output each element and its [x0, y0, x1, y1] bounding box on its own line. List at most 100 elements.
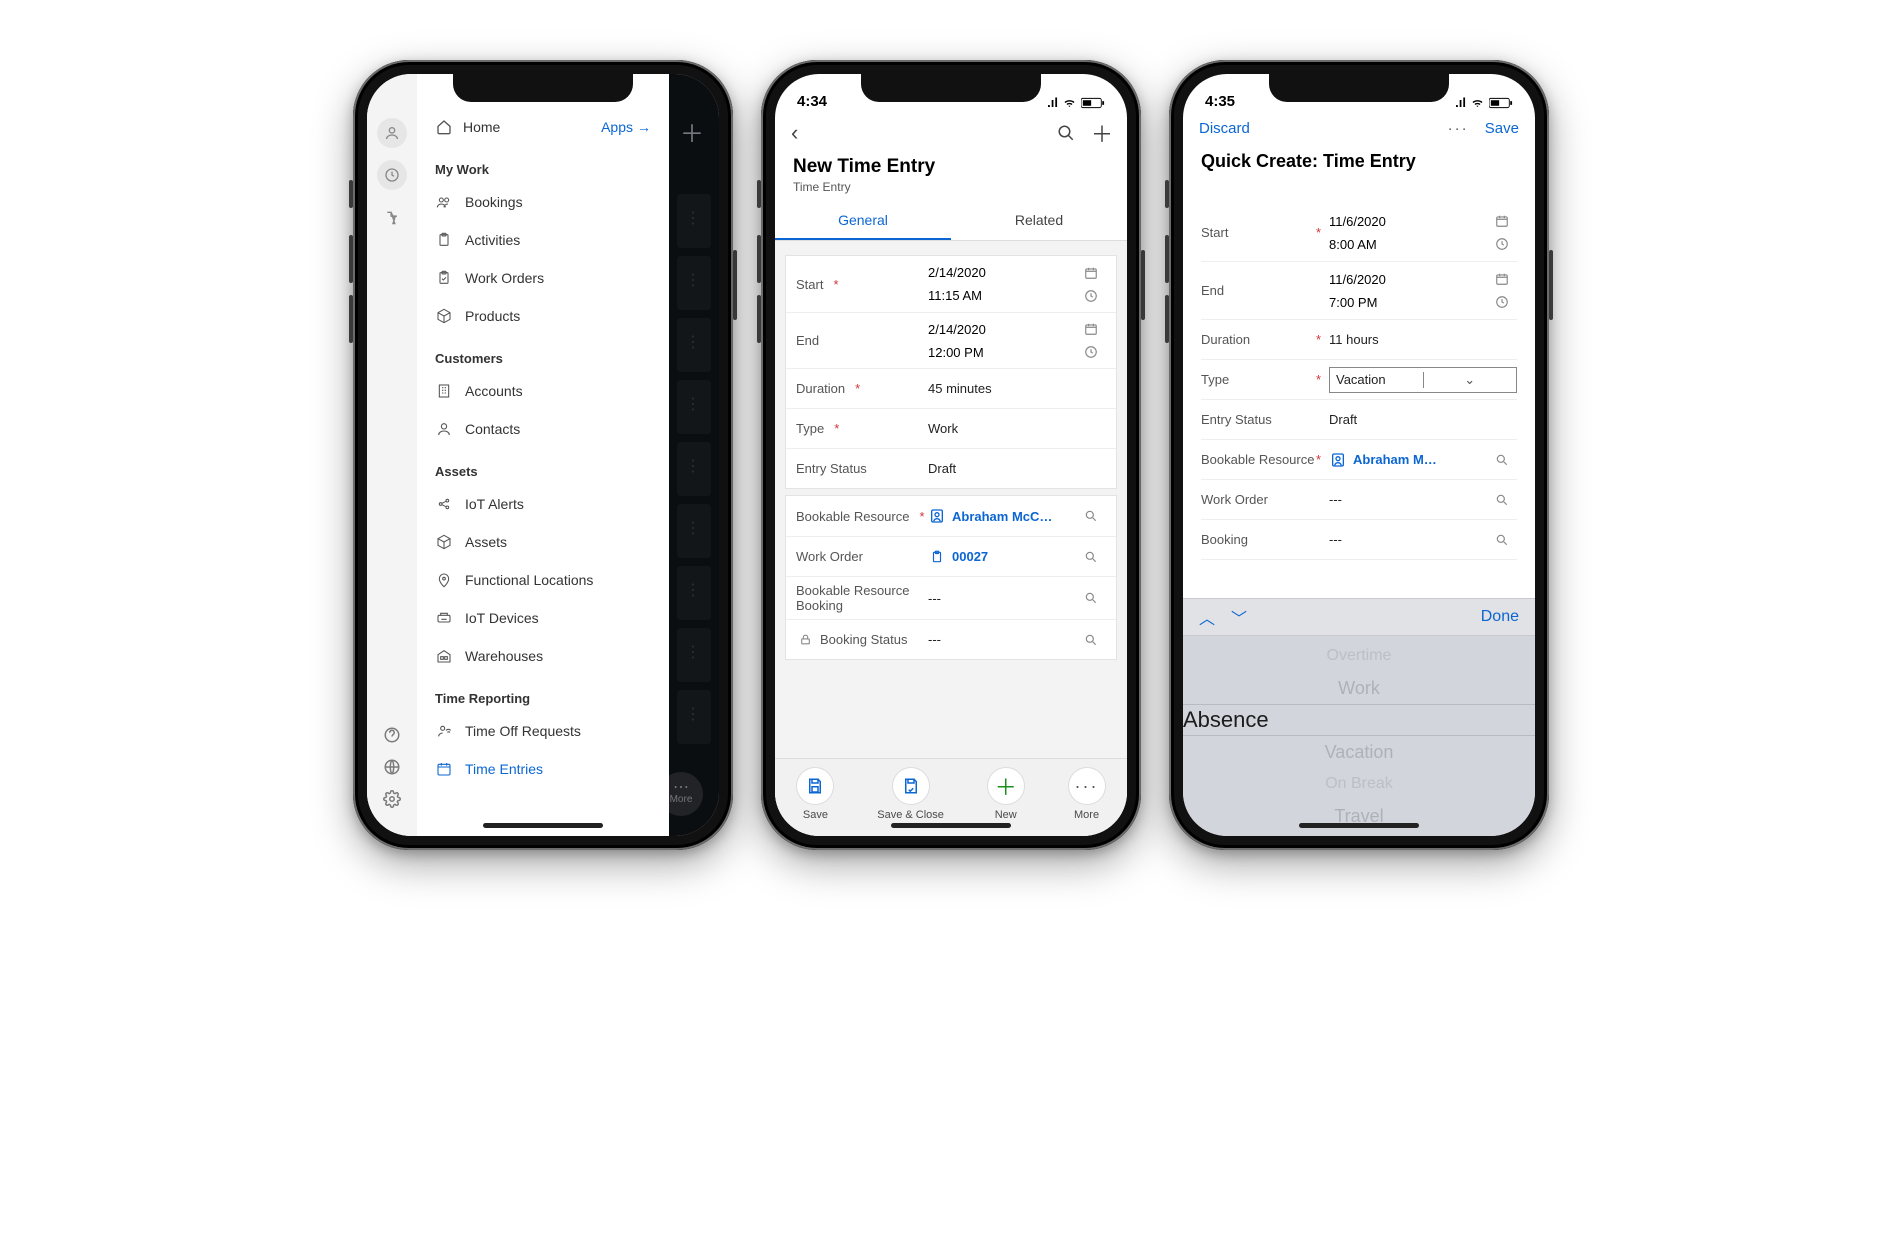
nav-item-iot-alerts[interactable]: IoT Alerts	[425, 485, 661, 523]
status-time: 4:34	[797, 93, 827, 110]
phone-quick-create: 4:35 .ıl Discard ··· Save Quick Create: …	[1169, 60, 1549, 850]
picker-wheel[interactable]: OvertimeWorkAbsenceVacationOn BreakTrave…	[1183, 636, 1535, 836]
form-row-end[interactable]: End2/14/202012:00 PM	[786, 312, 1116, 368]
avatar-icon[interactable]	[377, 118, 407, 148]
lookup-icon[interactable]	[1084, 509, 1106, 523]
form-row-entry-status[interactable]: Entry StatusDraft	[786, 448, 1116, 488]
nav-item-time-off-requests[interactable]: Time Off Requests	[425, 712, 661, 750]
form-row-bookable-resource[interactable]: Bookable Resource*Abraham M…	[1201, 440, 1517, 480]
help-icon[interactable]	[383, 726, 401, 744]
nav-item-time-entries[interactable]: Time Entries	[425, 750, 661, 788]
cmd-save-close[interactable]: Save & Close	[877, 767, 944, 821]
picker-option[interactable]: Overtime	[1327, 640, 1392, 672]
home-label: Home	[463, 119, 500, 135]
drawer-scrim[interactable]	[669, 74, 719, 836]
back-button[interactable]: ‹	[791, 120, 798, 146]
lookup-icon[interactable]	[1084, 550, 1106, 564]
recent-icon[interactable]	[377, 160, 407, 190]
clock-icon[interactable]	[1495, 295, 1517, 309]
nav-item-label: IoT Devices	[465, 610, 539, 626]
warehouse-icon	[435, 647, 453, 665]
nav-item-contacts[interactable]: Contacts	[425, 410, 661, 448]
nav-item-iot-devices[interactable]: IoT Devices	[425, 599, 661, 637]
picker-option[interactable]: Work	[1338, 672, 1380, 704]
calendar-icon[interactable]	[1495, 214, 1517, 228]
form-row-bookable-resource-booking[interactable]: Bookable Resource Booking---	[786, 576, 1116, 619]
plus-icon: ＋	[987, 767, 1025, 805]
apps-link[interactable]: Apps →	[601, 119, 651, 135]
globe-icon[interactable]	[383, 758, 401, 776]
calendar-icon	[435, 760, 453, 778]
form-row-start[interactable]: Start*11/6/20208:00 AM	[1201, 204, 1517, 262]
type-select[interactable]: Vacation⌄	[1329, 367, 1517, 393]
form-row-type[interactable]: Type*Work	[786, 408, 1116, 448]
required-indicator: *	[1316, 225, 1329, 240]
form-row-duration[interactable]: Duration*45 minutes	[786, 368, 1116, 408]
discard-button[interactable]: Discard	[1199, 120, 1250, 137]
lookup-icon[interactable]	[1495, 493, 1517, 507]
calendar-icon[interactable]	[1495, 272, 1517, 286]
nav-home[interactable]: Home	[435, 118, 500, 136]
plus-icon[interactable]: ＋	[1093, 124, 1111, 142]
clock-icon[interactable]	[1084, 289, 1106, 303]
nav-item-label: Functional Locations	[465, 572, 593, 588]
form-row-booking-status[interactable]: Booking Status---	[786, 619, 1116, 659]
form-row-work-order[interactable]: Work Order---	[1201, 480, 1517, 520]
status-time: 4:35	[1205, 93, 1235, 110]
nav-item-activities[interactable]: Activities	[425, 221, 661, 259]
search-icon[interactable]	[1057, 124, 1075, 142]
calendar-icon[interactable]	[1084, 322, 1106, 336]
more-icon[interactable]: ···	[1448, 120, 1469, 137]
form-row-start[interactable]: Start*2/14/202011:15 AM	[786, 256, 1116, 312]
home-icon	[435, 118, 453, 136]
settings-icon[interactable]	[383, 790, 401, 808]
nav-item-warehouses[interactable]: Warehouses	[425, 637, 661, 675]
nav-item-label: Bookings	[465, 194, 523, 210]
form-row-work-order[interactable]: Work Order00027	[786, 536, 1116, 576]
timeoff-icon	[435, 722, 453, 740]
clock-icon[interactable]	[1084, 345, 1106, 359]
tab-related[interactable]: Related	[951, 202, 1127, 240]
calendar-icon[interactable]	[1084, 266, 1106, 280]
form-row-booking[interactable]: Booking---	[1201, 520, 1517, 560]
nav-item-work-orders[interactable]: Work Orders	[425, 259, 661, 297]
pin-icon[interactable]	[377, 202, 407, 232]
cmd-more[interactable]: ···More	[1068, 767, 1106, 821]
nav-item-assets[interactable]: Assets	[425, 523, 661, 561]
dots-icon: ···	[1068, 767, 1106, 805]
picker-option[interactable]: Vacation	[1325, 736, 1394, 768]
nav-item-products[interactable]: Products	[425, 297, 661, 335]
cmd-new[interactable]: ＋New	[987, 767, 1025, 821]
tab-general[interactable]: General	[775, 202, 951, 240]
lookup-icon[interactable]	[1084, 633, 1106, 647]
cube-icon	[435, 307, 453, 325]
nav-list: Home Apps → My WorkBookingsActivitiesWor…	[417, 74, 669, 836]
save-icon	[796, 767, 834, 805]
picker-option[interactable]: On Break	[1325, 768, 1393, 800]
lookup-icon[interactable]	[1495, 533, 1517, 547]
picker-option[interactable]: Absence	[1183, 704, 1535, 736]
form-row-bookable-resource[interactable]: Bookable Resource*Abraham McC…	[786, 496, 1116, 536]
people-icon	[435, 193, 453, 211]
form-row-type[interactable]: Type*Vacation⌄	[1201, 360, 1517, 400]
nav-item-bookings[interactable]: Bookings	[425, 183, 661, 221]
save-button[interactable]: Save	[1485, 120, 1519, 137]
required-indicator: *	[919, 509, 924, 524]
person-badge-icon	[928, 507, 946, 525]
done-button[interactable]: Done	[1481, 608, 1519, 626]
prev-field-button[interactable]: ︿	[1199, 605, 1215, 629]
lookup-icon[interactable]	[1495, 453, 1517, 467]
next-field-button[interactable]: ﹀	[1231, 605, 1247, 629]
lookup-icon[interactable]	[1084, 591, 1106, 605]
form-row-entry-status[interactable]: Entry StatusDraft	[1201, 400, 1517, 440]
apps-label: Apps	[601, 119, 633, 135]
page-subtitle: Time Entry	[775, 180, 1127, 202]
nav-item-label: Assets	[465, 534, 507, 550]
cmd-save[interactable]: Save	[796, 767, 834, 821]
form-row-end[interactable]: End11/6/20207:00 PM	[1201, 262, 1517, 320]
nav-item-accounts[interactable]: Accounts	[425, 372, 661, 410]
nav-item-functional-locations[interactable]: Functional Locations	[425, 561, 661, 599]
nav-item-label: Contacts	[465, 421, 520, 437]
form-row-duration[interactable]: Duration*11 hours	[1201, 320, 1517, 360]
clock-icon[interactable]	[1495, 237, 1517, 251]
